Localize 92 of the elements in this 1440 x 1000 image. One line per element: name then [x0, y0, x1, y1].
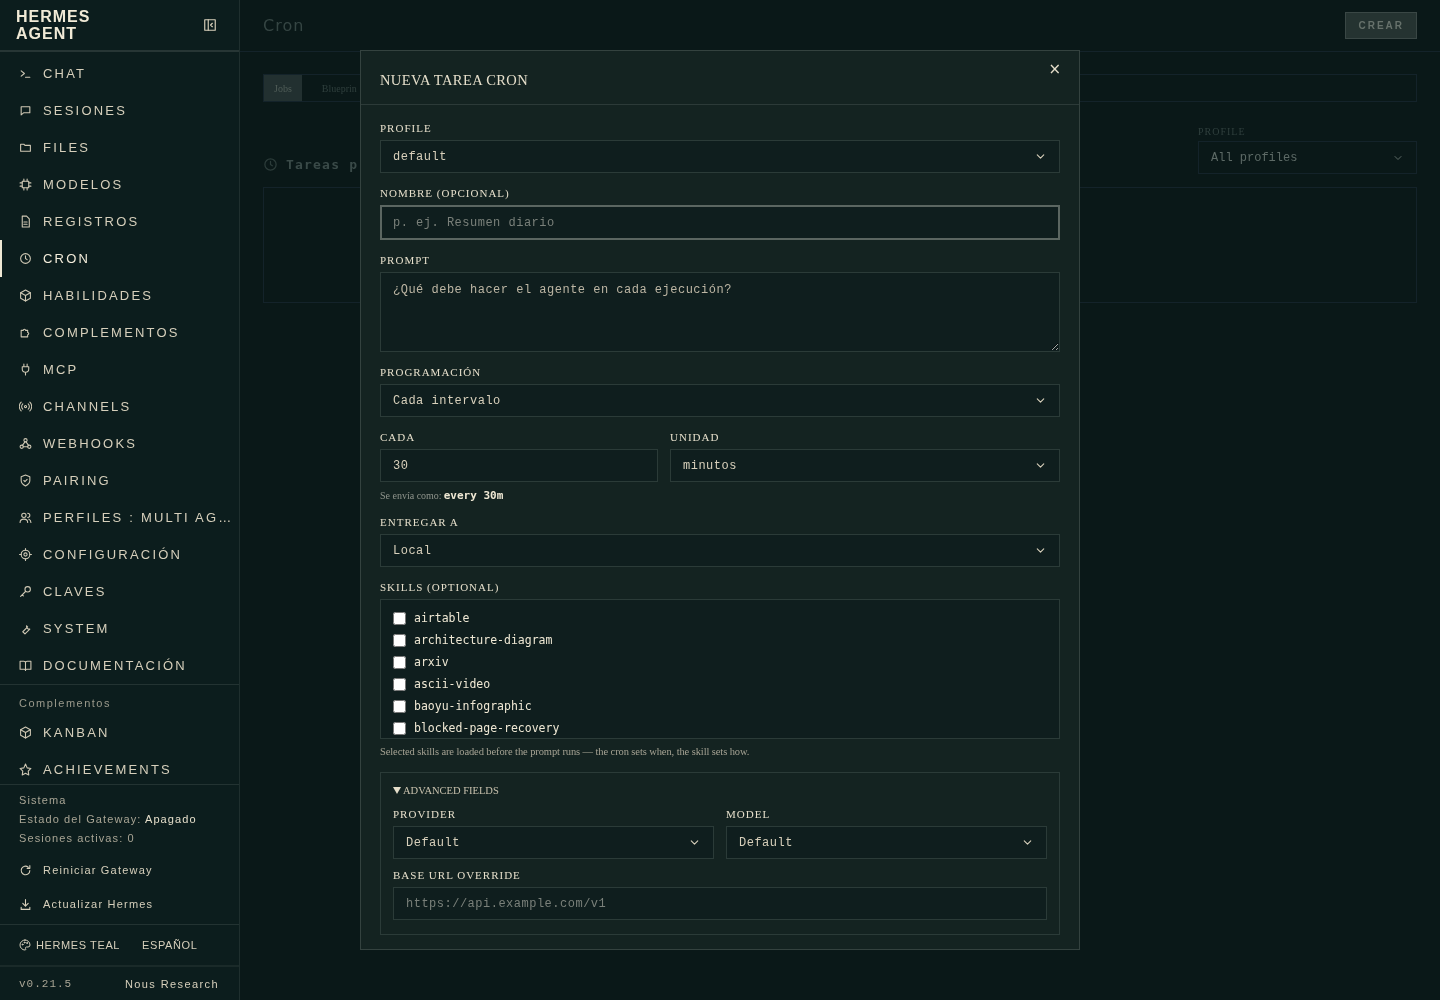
skill-label: airtable [414, 611, 470, 625]
field-label: CADA [380, 430, 417, 444]
webhook-icon [19, 437, 32, 450]
nav-item[interactable]: PERFILES : MULTI AG… [0, 499, 239, 536]
nav-item[interactable]: HABILIDADES [0, 277, 239, 314]
download-icon [19, 897, 32, 911]
nav-item[interactable]: CHANNELS [0, 388, 239, 425]
input-field[interactable]: https://api.example.com/v1 [393, 887, 1047, 920]
skill-label: blocked-page-recovery [414, 721, 560, 735]
app-logo: HERMES AGENT [16, 8, 92, 42]
folder-icon [19, 141, 32, 154]
skill-label: baoyu-infographic [414, 699, 532, 713]
clock-icon [19, 252, 32, 265]
field-label: ENTREGAR A [380, 515, 460, 529]
field-label: PROFILE [380, 121, 433, 135]
prompt-field[interactable]: ¿Qué debe hacer el agente en cada ejecución? [380, 272, 1060, 352]
nav-item[interactable]: SESIONES [0, 92, 239, 129]
chip-icon [19, 178, 32, 191]
key-icon [19, 585, 32, 598]
terminal-icon [19, 67, 32, 80]
select-field[interactable]: Cada intervalo [380, 384, 1060, 417]
checkbox[interactable] [393, 721, 406, 735]
nav-item[interactable]: PAIRING [0, 462, 239, 499]
sidebar-collapse-icon [203, 18, 217, 32]
nav-item[interactable]: COMPLEMENTOS [0, 314, 239, 351]
document-icon [19, 215, 32, 228]
nav-item[interactable]: CONFIGURACIÓN [0, 536, 239, 573]
select-field[interactable]: Local [380, 534, 1060, 567]
input-field[interactable]: p. ej. Resumen diario [380, 205, 1060, 240]
credit-label: Nous Research [125, 977, 219, 990]
field-label: PROVIDER [393, 807, 457, 821]
field-label: UNIDAD [670, 430, 721, 444]
broadcast-icon [19, 400, 32, 413]
checkbox[interactable] [393, 611, 406, 625]
nav-item[interactable]: DOCUMENTACIÓN [0, 647, 239, 684]
sidebar-collapse-button[interactable] [203, 18, 217, 32]
gateway-status: Estado del Gateway: Apagado [19, 812, 198, 827]
nav-item[interactable]: REGISTROS [0, 203, 239, 240]
nav-item[interactable]: CLAVES [0, 573, 239, 610]
help-text: Selected skills are loaded before the prompt runs — the cron sets when, the skill sets how. [380, 746, 751, 757]
select-field[interactable]: Default [726, 826, 1047, 859]
nav-item[interactable]: CHAT [0, 55, 239, 92]
dialog-title: NUEVA TAREA CRON [380, 72, 529, 89]
checkbox[interactable] [393, 655, 406, 669]
checkbox[interactable] [393, 677, 406, 691]
section-heading: Complementos [18, 696, 112, 711]
checkbox[interactable] [393, 699, 406, 713]
field-label: MODEL [726, 807, 772, 821]
skill-label: architecture-diagram [414, 633, 553, 647]
plug-icon [19, 363, 32, 376]
schedule-code: every 30m [443, 489, 504, 502]
select-field[interactable]: Default [393, 826, 714, 859]
close-button[interactable]: × [1046, 61, 1063, 77]
nav-item[interactable]: CRON [0, 240, 239, 277]
select-field[interactable]: minutos [670, 449, 1060, 482]
nav-item[interactable]: KANBAN [0, 714, 239, 751]
field-label: BASE URL OVERRIDE [393, 868, 522, 882]
hint-text: Se envía como: [380, 490, 442, 501]
skill-label: ascii-video [414, 677, 491, 691]
version-label: v0.21.5 [19, 977, 73, 990]
skill-label: arxiv [414, 655, 449, 669]
chat-bubble-icon [19, 104, 32, 117]
nav-item[interactable]: FILES [0, 129, 239, 166]
cube-icon [19, 726, 32, 739]
book-icon [19, 659, 32, 672]
cube-icon [19, 289, 32, 302]
restart-button[interactable]: Reiniciar Gateway [0, 853, 239, 887]
nav-item[interactable]: SYSTEM [0, 610, 239, 647]
refresh-icon [19, 863, 32, 877]
users-icon [19, 511, 32, 524]
palette-icon [19, 939, 31, 951]
star-icon [19, 763, 32, 776]
field-label: NOMBRE (OPCIONAL) [380, 186, 511, 200]
nav-item[interactable]: MODELOS [0, 166, 239, 203]
checkbox[interactable] [393, 633, 406, 647]
select-field[interactable]: default [380, 140, 1060, 173]
theme-button[interactable]: HERMES TEAL [19, 939, 121, 951]
input-field[interactable]: 30 [380, 449, 658, 482]
advanced-toggle[interactable]: ADVANCED FIELDS [393, 785, 1047, 796]
nav-item[interactable]: ACHIEVEMENTS [0, 751, 239, 784]
language-button[interactable]: ESPAÑOL [142, 939, 198, 951]
nav-item[interactable]: WEBHOOKS [0, 425, 239, 462]
field-label: PROMPT [380, 253, 432, 267]
field-label: PROGRAMACIÓN [380, 365, 483, 379]
clock-icon [263, 157, 278, 172]
nav-item[interactable]: MCP [0, 351, 239, 388]
shield-icon [19, 474, 32, 487]
update-button[interactable]: Actualizar Hermes [0, 887, 239, 921]
field-label: SKILLS (OPTIONAL) [380, 580, 501, 594]
section-heading: Sistema [19, 793, 68, 808]
disclosure-icon [393, 787, 401, 794]
active-sessions: Sesiones activas: 0 [19, 831, 136, 846]
